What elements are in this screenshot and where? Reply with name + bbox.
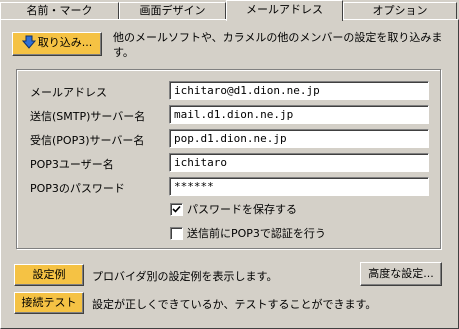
settings-example-button[interactable]: 設定例 <box>14 264 84 286</box>
import-button-label: 取り込み... <box>37 36 93 49</box>
pop3-password-field[interactable]: ****** <box>169 177 429 196</box>
import-description: 他のメールソフトや、カラメルの他のメンバーの設定を取り込みます。 <box>113 31 443 59</box>
pop3-server-field[interactable]: pop.d1.dion.ne.jp <box>169 129 429 148</box>
pop-before-smtp-checkbox[interactable] <box>170 226 183 240</box>
tab-screen-design[interactable]: 画面デザイン <box>119 2 226 20</box>
connection-test-description: 設定が正しくできているか、テストすることができます。 <box>92 298 377 311</box>
tab-bar: 名前・マーク 画面デザイン メールアドレス オプション <box>0 0 459 21</box>
tab-name-mark[interactable]: 名前・マーク <box>0 2 119 20</box>
tab-options[interactable]: オプション <box>343 2 457 20</box>
arrow-down-icon <box>21 35 36 49</box>
save-password-checkbox[interactable] <box>170 202 183 216</box>
email-label: メールアドレス <box>30 86 107 99</box>
pop3-server-label: 受信(POP3)サーバー名 <box>30 134 145 147</box>
email-field[interactable]: ichitaro@d1.dion.ne.jp <box>169 81 429 100</box>
tab-mail-address[interactable]: メールアドレス <box>226 0 343 21</box>
pop-before-smtp-label: 送信前にPOP3で認証を行う <box>187 227 326 240</box>
import-button[interactable]: 取り込み... <box>12 32 102 56</box>
smtp-server-field[interactable]: mail.d1.dion.ne.jp <box>169 105 429 124</box>
pop-before-smtp-checkbox-row[interactable]: 送信前にPOP3で認証を行う <box>170 225 326 241</box>
pop3-user-field[interactable]: ichitaro <box>169 153 429 172</box>
save-password-label: パスワードを保存する <box>187 203 297 216</box>
pop3-password-label: POP3のパスワード <box>30 182 125 195</box>
connection-test-button[interactable]: 接続テスト <box>14 292 84 314</box>
settings-example-description: プロバイダ別の設定例を表示します。 <box>92 270 278 283</box>
advanced-settings-button[interactable]: 高度な設定... <box>360 262 442 286</box>
save-password-checkbox-row[interactable]: パスワードを保存する <box>170 201 297 217</box>
smtp-server-label: 送信(SMTP)サーバー名 <box>30 110 146 123</box>
checkmark-icon <box>172 205 181 213</box>
pop3-user-label: POP3ユーザー名 <box>30 158 114 171</box>
